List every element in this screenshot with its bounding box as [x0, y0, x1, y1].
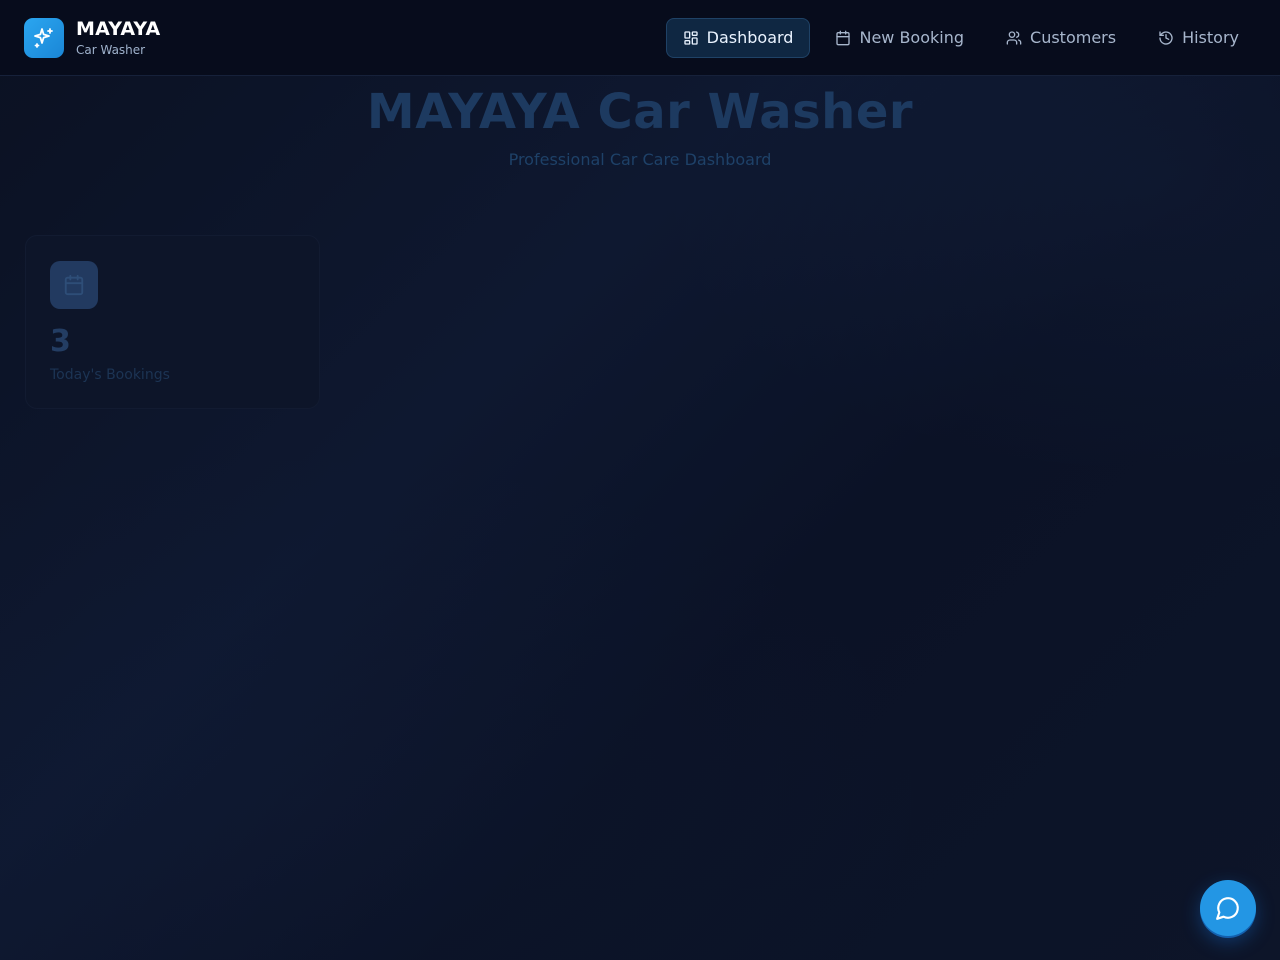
stat-label: Today's Bookings: [50, 367, 170, 383]
brand-subtitle: Car Washer: [76, 42, 146, 57]
nav-item-dashboard[interactable]: Dashboard: [665, 17, 811, 58]
nav-item-history[interactable]: History: [1141, 18, 1256, 58]
stat-value: 3: [50, 324, 71, 359]
brand[interactable]: MAYAYA Car Washer: [24, 17, 161, 58]
calendar-icon: [50, 261, 98, 309]
nav-item-label: Dashboard: [706, 28, 794, 47]
nav-item-label: History: [1182, 28, 1239, 47]
nav-item-customers[interactable]: Customers: [989, 18, 1133, 58]
page-title: MAYAYA Car Washer: [366, 84, 914, 140]
history-icon: [1159, 30, 1173, 45]
sparkles-icon: [24, 17, 64, 58]
app-header: MAYAYA Car Washer Dashboard New Booking: [0, 0, 1280, 76]
nav-item-label: Customers: [1030, 28, 1117, 47]
page-subtitle: Professional Car Care Dashboard: [508, 150, 772, 169]
nav-item-new-booking[interactable]: New Booking: [818, 18, 981, 58]
users-icon: [1006, 30, 1022, 45]
nav-item-label: New Booking: [859, 28, 965, 47]
grid-icon: [683, 30, 698, 45]
main-nav: Dashboard New Booking Customers History: [665, 17, 1256, 58]
message-circle-icon: [1216, 897, 1239, 920]
stat-card-todays-bookings: 3 Today's Bookings: [25, 235, 320, 409]
calendar-icon: [836, 30, 851, 45]
brand-name: MAYAYA: [76, 17, 161, 40]
hero: MAYAYA Car Washer Professional Car Care …: [0, 84, 1280, 169]
chat-button[interactable]: [1200, 880, 1256, 936]
